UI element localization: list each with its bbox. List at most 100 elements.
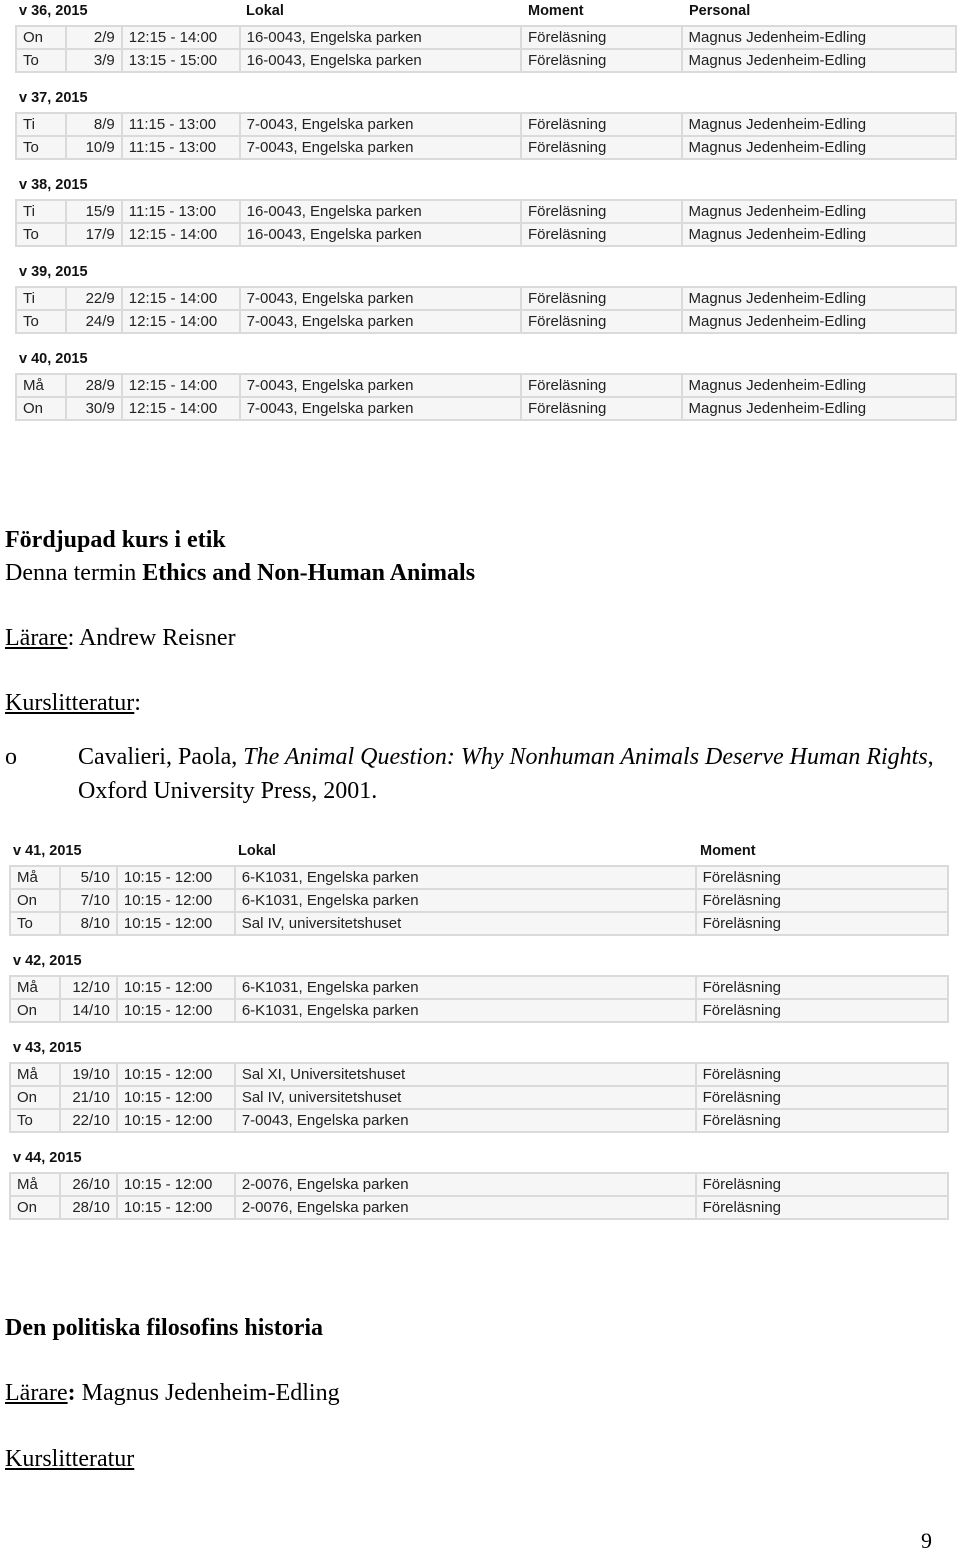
week-block: v 44, 2015 Må 26/10 10:15 - 12:00 2-0076, En… (9, 1147, 950, 1234)
cell-time: 10:15 - 12:00 (115, 911, 236, 936)
table-row: On 14/10 10:15 - 12:00 6-K1031, Engelska pa… (9, 998, 950, 1023)
cell-moment: Föreläsning (694, 1172, 950, 1197)
table-row: Ti 15/9 11:15 - 13:00 16-0043, Engelska par… (15, 199, 958, 224)
citation-author: Cavalieri, Paola, (78, 744, 244, 770)
cell-time: 10:15 - 12:00 (115, 1085, 236, 1110)
cell-room: 7-0043, Engelska parken (238, 112, 522, 137)
cell-date: 8/9 (64, 112, 123, 137)
cell-room: 6-K1031, Engelska parken (233, 975, 697, 1000)
cell-day: Må (9, 865, 61, 890)
cell-time: 12:15 - 14:00 (120, 396, 241, 421)
table-row: On 2/9 12:15 - 14:00 16-0043, Engelska park… (15, 25, 958, 50)
cell-moment: Föreläsning (520, 48, 683, 73)
cell-day: To (9, 911, 61, 936)
table-row: Ti 22/9 12:15 - 14:00 7-0043, Engelska park… (15, 286, 958, 311)
course2-teacher-line: Lärare: Magnus Jedenheim-Edling (5, 1380, 340, 1408)
cell-date: 3/9 (64, 48, 123, 73)
cell-room: 6-K1031, Engelska parken (233, 998, 697, 1023)
table-row: Må 26/10 10:15 - 12:00 2-0076, Engelska par… (9, 1172, 950, 1197)
cell-day: Må (15, 373, 67, 398)
cell-day: Må (9, 975, 61, 1000)
table-row: Må 19/10 10:15 - 12:00 Sal XI, Universitets… (9, 1062, 950, 1087)
cell-room: 2-0076, Engelska parken (233, 1195, 697, 1220)
table-row: On 7/10 10:15 - 12:00 6-K1031, Engelska par… (9, 888, 950, 913)
week-table: Må 5/10 10:15 - 12:00 6-K1031, Engelska par… (9, 865, 950, 936)
literature-citation: Cavalieri, Paola, The Animal Question: W… (78, 740, 948, 808)
cell-room: 7-0043, Engelska parken (238, 309, 522, 334)
cell-room: 16-0043, Engelska parken (238, 25, 523, 50)
table-row: Må 28/9 12:15 - 14:00 7-0043, Engelska park… (15, 373, 958, 398)
cell-room: 16-0043, Engelska parken (238, 222, 523, 247)
cell-moment: Föreläsning (519, 286, 683, 311)
cell-date: 12/10 (58, 975, 118, 1000)
cell-room: 7-0043, Engelska parken (238, 373, 523, 398)
cell-room: Sal IV, universitetshuset (233, 1085, 697, 1110)
week-block: v 41, 2015 Lokal Moment Må 5/10 10:15 - 12:00… (9, 840, 950, 950)
cell-day: To (15, 48, 67, 73)
table-row: Må 12/10 10:15 - 12:00 6-K1031, Engelska pa… (9, 975, 950, 1000)
cell-date: 22/9 (64, 286, 123, 311)
literature-label: Kurslitteratur (5, 690, 135, 716)
schedule-table-1: v 36, 2015 Lokal Moment Personal On 2/9 12:15 … (15, 0, 958, 435)
column-header-personal: Personal (689, 3, 751, 19)
cell-moment: Föreläsning (520, 373, 683, 398)
term-title: Ethics and Non-Human Animals (142, 560, 476, 586)
week-table: Ti 15/9 11:15 - 13:00 16-0043, Engelska par… (15, 199, 958, 247)
course-term-line: Denna termin Ethics and Non-Human Animal… (5, 560, 475, 588)
cell-day: To (9, 1108, 61, 1133)
cell-room: 16-0043, Engelska parken (238, 199, 523, 224)
cell-day: Ti (15, 112, 67, 137)
week-table: Ti 22/9 12:15 - 14:00 7-0043, Engelska park… (15, 286, 958, 334)
week-block: v 40, 2015 Må 28/9 12:15 - 14:00 7-0043, Eng… (15, 348, 958, 435)
cell-time: 10:15 - 12:00 (115, 1195, 236, 1220)
week-block: v 37, 2015 Ti 8/9 11:15 - 13:00 7-0043, Enge… (15, 87, 958, 174)
cell-staff: Magnus Jedenheim-Edling (680, 373, 958, 398)
literature-item: o Cavalieri, Paola, The Animal Question:… (5, 740, 955, 810)
teacher-label: Lärare (5, 625, 68, 651)
cell-date: 22/10 (58, 1108, 118, 1133)
week-header: v 36, 2015 Lokal Moment Personal (15, 0, 957, 25)
teacher-line: Lärare: Andrew Reisner (5, 625, 236, 653)
cell-time: 13:15 - 15:00 (120, 48, 241, 73)
cell-day: On (9, 1085, 61, 1110)
course2-literature-label: Kurslitteratur (5, 1446, 135, 1472)
cell-date: 10/9 (64, 135, 123, 160)
cell-moment: Föreläsning (520, 25, 683, 50)
literature-heading: Kurslitteratur: (5, 690, 141, 718)
cell-staff: Magnus Jedenheim-Edling (680, 309, 958, 334)
cell-day: On (15, 396, 67, 421)
cell-time: 12:15 - 14:00 (120, 25, 241, 50)
week-block: v 39, 2015 Ti 22/9 12:15 - 14:00 7-0043, Eng… (15, 261, 958, 348)
cell-moment: Föreläsning (694, 975, 950, 1000)
cell-staff: Magnus Jedenheim-Edling (680, 25, 958, 50)
table-row: To 17/9 12:15 - 14:00 16-0043, Engelska par… (15, 222, 958, 247)
cell-date: 19/10 (58, 1062, 118, 1087)
bullet-icon: o (5, 744, 17, 770)
week-block: v 42, 2015 Må 12/10 10:15 - 12:00 6-K1031, E… (9, 950, 950, 1037)
week-header: v 43, 2015 (9, 1037, 949, 1062)
cell-day: On (15, 25, 67, 50)
literature-colon: : (134, 690, 141, 716)
cell-staff: Magnus Jedenheim-Edling (680, 112, 958, 137)
week-label: v 43, 2015 (13, 1040, 82, 1056)
course2-literature-heading: Kurslitteratur (5, 1446, 134, 1474)
cell-moment: Föreläsning (519, 112, 683, 137)
week-block: v 38, 2015 Ti 15/9 11:15 - 13:00 16-0043, En… (15, 174, 958, 261)
cell-time: 10:15 - 12:00 (115, 888, 236, 913)
week-table: Må 26/10 10:15 - 12:00 2-0076, Engelska par… (9, 1172, 950, 1220)
table-row: On 30/9 12:15 - 14:00 7-0043, Engelska park… (15, 396, 958, 421)
table-row: On 21/10 10:15 - 12:00 Sal IV, universitets… (9, 1085, 950, 1110)
cell-day: To (15, 222, 67, 247)
cell-moment: Föreläsning (694, 1195, 950, 1220)
teacher-sep: : (67, 625, 79, 651)
cell-moment: Föreläsning (519, 135, 683, 160)
course2-teacher-sep: : (67, 1380, 82, 1406)
week-table: On 2/9 12:15 - 14:00 16-0043, Engelska park… (15, 25, 958, 73)
cell-moment: Föreläsning (519, 309, 683, 334)
cell-date: 2/9 (64, 25, 123, 50)
week-label: v 39, 2015 (19, 264, 88, 280)
cell-moment: Föreläsning (694, 865, 950, 890)
week-label: v 36, 2015 (19, 3, 88, 19)
cell-day: To (15, 135, 67, 160)
cell-room: 6-K1031, Engelska parken (233, 888, 697, 913)
